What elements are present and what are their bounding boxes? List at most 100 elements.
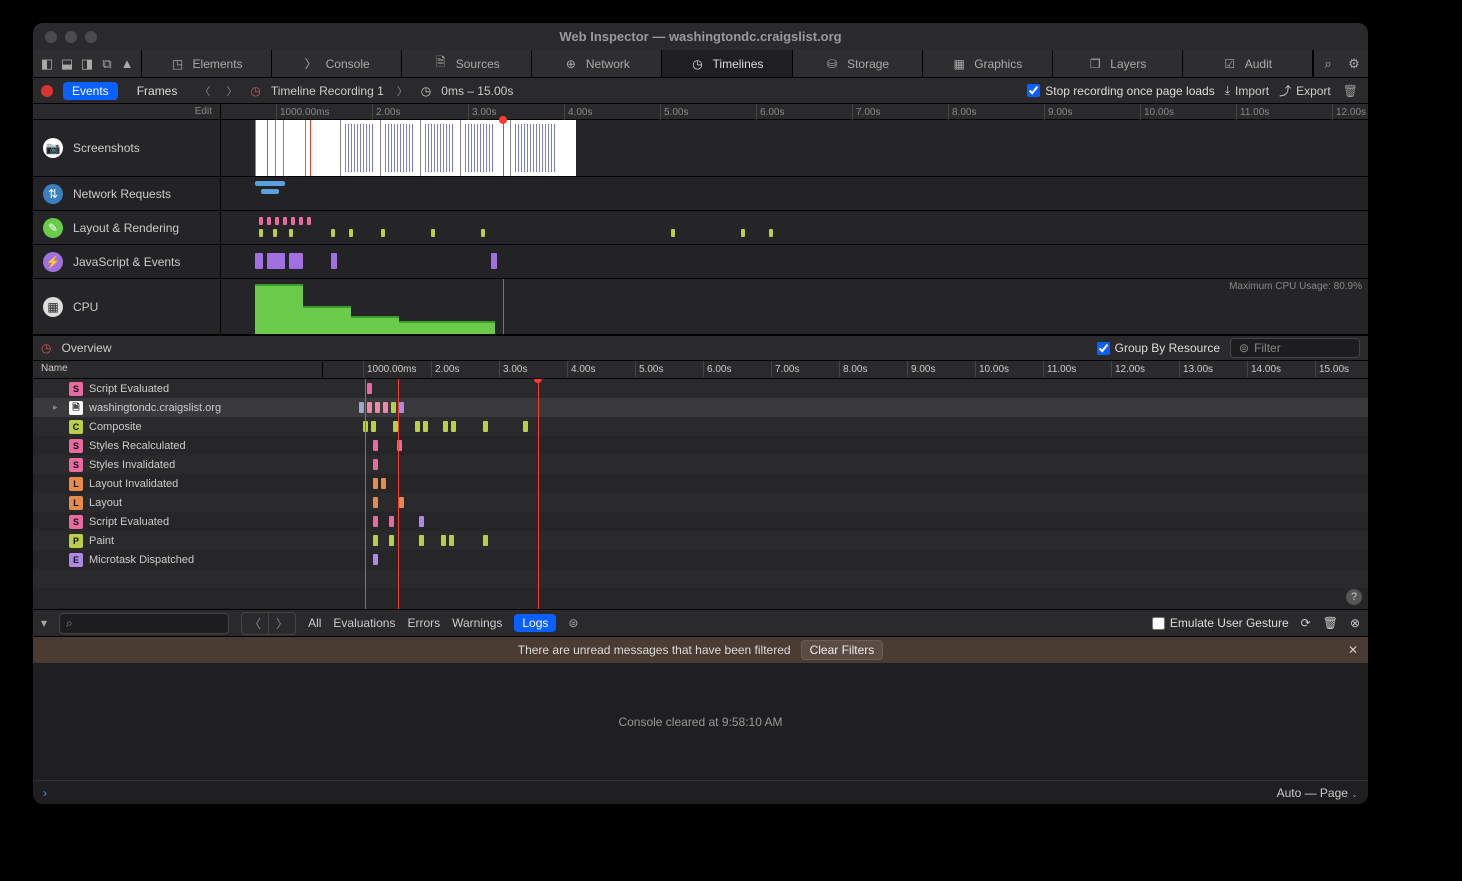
edit-button[interactable]: Edit (195, 106, 212, 117)
trash-icon[interactable]: 🗑 (1323, 616, 1338, 630)
table-row[interactable]: LLayout Invalidated (33, 474, 1368, 493)
filter-input[interactable]: ⊜Filter (1230, 338, 1360, 358)
filter-icon: ⊜ (1239, 341, 1249, 355)
screenshot-strip (255, 120, 576, 176)
mode-events[interactable]: Events (63, 82, 118, 100)
titlebar: Web Inspector — washingtondc.craigslist.… (33, 23, 1368, 50)
layout-track[interactable] (221, 211, 1368, 244)
camera-icon: 📷 (43, 138, 63, 158)
timeline-ruler[interactable]: Edit 1000.00ms2.00s3.00s4.00s5.00s6.00s7… (33, 104, 1368, 120)
tab-elements[interactable]: ◳Elements (142, 50, 272, 77)
console-toggle-icon[interactable]: ▾ (41, 616, 47, 630)
reload-icon[interactable]: ⟳ (1301, 616, 1311, 630)
tab-network[interactable]: ⊕Network (532, 50, 662, 77)
help-icon[interactable]: ? (1346, 589, 1362, 605)
table-row[interactable]: SStyles Invalidated (33, 455, 1368, 474)
filtered-banner: There are unread messages that have been… (33, 637, 1368, 663)
network-icon: ⇅ (43, 184, 63, 204)
stopwatch-icon: ◷ (41, 341, 51, 355)
warning-icon[interactable]: ▲ (119, 56, 135, 72)
prev-icon[interactable]: 〈 (242, 613, 269, 634)
chevron-down-icon[interactable]: ⌄ (1351, 790, 1358, 799)
tab-layers[interactable]: ❐Layers (1053, 50, 1183, 77)
network-track[interactable] (221, 177, 1368, 210)
audit-icon: ☑ (1223, 57, 1237, 71)
import-button[interactable]: ⤓Import (1225, 83, 1269, 98)
close-icon[interactable]: ⊗ (1350, 616, 1360, 630)
close-icon[interactable] (45, 31, 57, 43)
cpu-icon: ▦ (43, 297, 63, 317)
dock-side-icon[interactable]: ◧ (39, 56, 55, 72)
console-search[interactable]: ⌕ (59, 613, 229, 634)
tab-timelines[interactable]: ◷Timelines (662, 50, 792, 77)
record-icon[interactable] (41, 85, 53, 97)
timelines-icon: ◷ (691, 57, 705, 71)
table-row[interactable]: PPaint (33, 531, 1368, 550)
detail-rows: SScript Evaluated▸🗎washingtondc.craigsli… (33, 379, 1368, 609)
timeline-toolbar: Events Frames 〈 〉 ◷ Timeline Recording 1… (33, 78, 1368, 104)
recording-name[interactable]: Timeline Recording 1 (271, 84, 384, 98)
export-icon: ⤴ (1279, 82, 1291, 99)
layers-icon: ❐ (1088, 57, 1102, 71)
table-row[interactable]: LLayout (33, 493, 1368, 512)
filter-errors[interactable]: Errors (407, 616, 440, 630)
row-js: JavaScript & Events (73, 255, 180, 269)
row-screenshots: Screenshots (73, 141, 140, 155)
clear-filters-button[interactable]: Clear Filters (801, 640, 884, 660)
dock-bottom-icon[interactable]: ⬓ (59, 56, 75, 72)
name-column-header[interactable]: Name (33, 361, 323, 378)
clock-icon: ◷ (421, 84, 431, 98)
trash-icon[interactable]: 🗑 (1341, 84, 1360, 98)
next-icon[interactable]: 〉 (269, 613, 295, 634)
tab-bar: ◧ ⬓ ◨ ⧉ ▲ ◳Elements 〉Console 🗎Sources ⊕N… (33, 50, 1368, 78)
script-icon: ⚡ (43, 252, 63, 272)
js-track[interactable] (221, 245, 1368, 278)
tab-audit[interactable]: ☑Audit (1183, 50, 1313, 77)
traffic-lights[interactable] (45, 31, 97, 43)
console-icon: 〉 (304, 57, 318, 71)
table-row[interactable]: SScript Evaluated (33, 512, 1368, 531)
table-row[interactable]: ▸🗎washingtondc.craigslist.org (33, 398, 1368, 417)
gear-icon[interactable]: ⚙ (1346, 56, 1362, 72)
time-range[interactable]: 0ms – 15.00s (441, 84, 513, 98)
tab-console[interactable]: 〉Console (272, 50, 402, 77)
table-row[interactable]: SStyles Recalculated (33, 436, 1368, 455)
close-icon[interactable]: ✕ (1348, 643, 1358, 657)
dock-right-icon[interactable]: ◨ (79, 56, 95, 72)
table-row[interactable]: CComposite (33, 417, 1368, 436)
overview-label[interactable]: Overview (61, 341, 111, 355)
overview-panel: 📷Screenshots ⇅Network Requests ✎Layout &… (33, 120, 1368, 335)
import-icon: ⤓ (1225, 83, 1230, 98)
prompt-chevron-icon: › (43, 786, 47, 800)
filter-logs[interactable]: Logs (514, 614, 556, 632)
zoom-icon[interactable] (85, 31, 97, 43)
filter-eval[interactable]: Evaluations (333, 616, 395, 630)
console-prompt[interactable]: › Auto — Page ⌄ (33, 780, 1368, 804)
tab-graphics[interactable]: ▦Graphics (923, 50, 1053, 77)
network-icon: ⊕ (564, 57, 578, 71)
paintbrush-icon: ✎ (43, 218, 63, 238)
graphics-icon: ▦ (952, 57, 966, 71)
scope-icon[interactable]: ⊜ (568, 616, 578, 630)
sources-icon: 🗎 (434, 57, 448, 71)
tab-sources[interactable]: 🗎Sources (402, 50, 532, 77)
chevron-left-icon[interactable]: 〈 (196, 83, 213, 99)
minimize-icon[interactable] (65, 31, 77, 43)
filter-warnings[interactable]: Warnings (452, 616, 502, 630)
emulate-gesture[interactable]: Emulate User Gesture (1152, 616, 1289, 630)
table-row[interactable]: EMicrotask Dispatched (33, 550, 1368, 569)
table-row[interactable]: SScript Evaluated (33, 379, 1368, 398)
console-toolbar: ▾ ⌕ 〈〉 All Evaluations Errors Warnings L… (33, 609, 1368, 637)
row-network: Network Requests (73, 187, 171, 201)
mode-frames[interactable]: Frames (128, 82, 187, 100)
tab-storage[interactable]: ⛁Storage (793, 50, 923, 77)
detach-icon[interactable]: ⧉ (99, 56, 115, 72)
screenshots-track[interactable] (221, 120, 1368, 176)
cpu-track[interactable]: Maximum CPU Usage: 80.9% (221, 279, 1368, 334)
stop-on-load-checkbox[interactable]: Stop recording once page loads (1027, 84, 1214, 98)
group-by-resource[interactable]: Group By Resource (1097, 341, 1220, 355)
chevron-right-icon[interactable]: 〉 (223, 83, 240, 99)
export-button[interactable]: ⤴Export (1279, 82, 1331, 99)
filter-all[interactable]: All (308, 616, 321, 630)
search-icon[interactable]: ⌕ (1320, 56, 1336, 72)
